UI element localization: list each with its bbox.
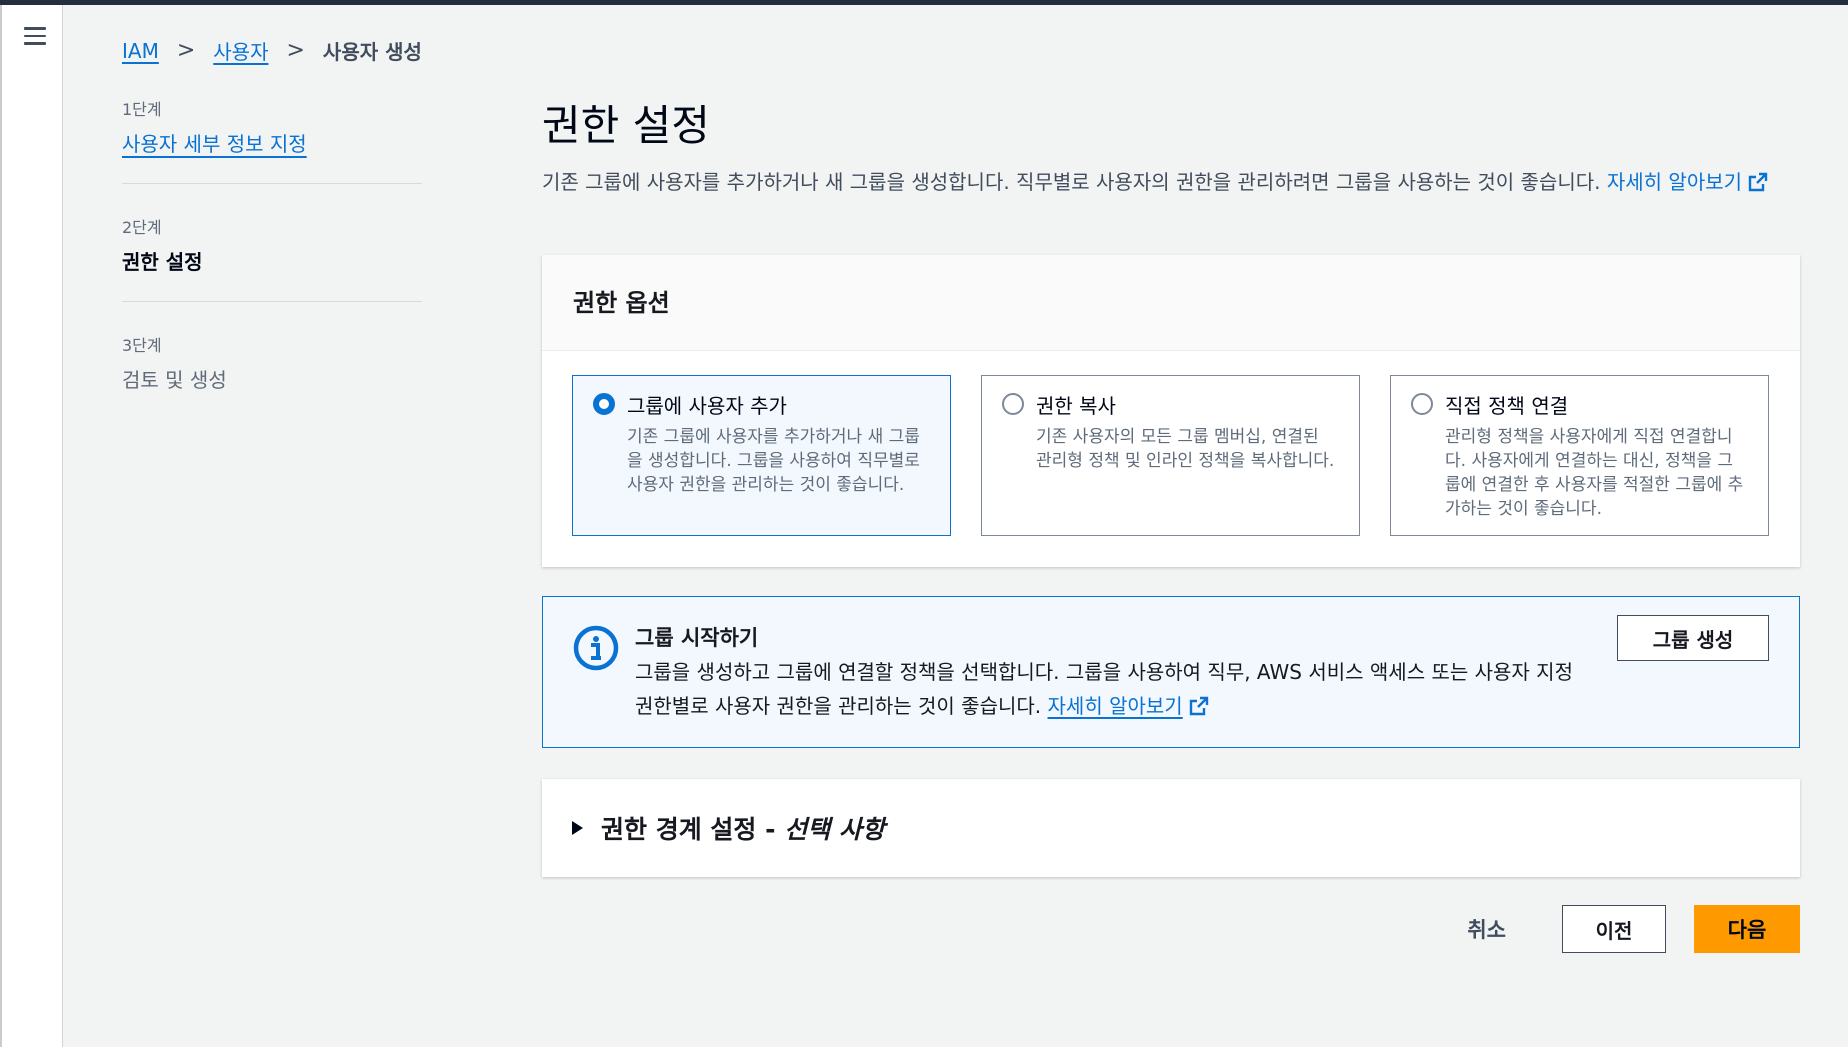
page-description: 기존 그룹에 사용자를 추가하거나 새 그룹을 생성합니다. 직무별로 사용자의… [542, 165, 1800, 199]
step-3-label: 검토 및 생성 [122, 368, 227, 392]
step-number: 2단계 [122, 218, 162, 237]
option-attach-policies[interactable]: 직접 정책 연결 관리형 정책을 사용자에게 직접 연결합니다. 사용자에게 연… [1390, 375, 1769, 536]
external-link-icon [1748, 172, 1768, 192]
info-alert: 그룹 시작하기 그룹을 생성하고 그룹에 연결할 정책을 선택합니다. 그룹을 … [542, 596, 1800, 748]
breadcrumb-users[interactable]: 사용자 [213, 36, 268, 65]
option-text: 그룹에 사용자 추가 기존 그룹에 사용자를 추가하거나 새 그룹을 생성합니다… [627, 390, 930, 521]
page-title: 권한 설정 [542, 101, 710, 150]
step-1-link[interactable]: 사용자 세부 정보 지정 [122, 128, 422, 157]
main-content: 권한 설정 기존 그룹에 사용자를 추가하거나 새 그룹을 생성합니다. 직무별… [542, 92, 1800, 199]
option-copy-permissions[interactable]: 권한 복사 기존 사용자의 모든 그룹 멤버십, 연결된 관리형 정책 및 인라… [981, 375, 1360, 536]
breadcrumb-current: 사용자 생성 [322, 40, 422, 64]
page-description-text: 기존 그룹에 사용자를 추가하거나 새 그룹을 생성합니다. 직무별로 사용자의… [542, 170, 1607, 194]
radio-button[interactable] [1002, 393, 1024, 415]
breadcrumb-iam[interactable]: IAM [122, 39, 159, 63]
top-bar [0, 0, 1848, 5]
external-link-icon [1189, 696, 1208, 716]
option-text: 직접 정책 연결 관리형 정책을 사용자에게 직접 연결합니다. 사용자에게 연… [1445, 390, 1748, 521]
boundary-title-text: 권한 경계 설정 - [601, 815, 785, 844]
option-description: 기존 사용자의 모든 그룹 멤버십, 연결된 관리형 정책 및 인라인 정책을 … [1036, 427, 1335, 471]
chevron-right-icon: > [286, 38, 305, 63]
option-description: 기존 그룹에 사용자를 추가하거나 새 그룹을 생성합니다. 그룹을 사용하여 … [627, 427, 920, 495]
permission-options: 그룹에 사용자 추가 기존 그룹에 사용자를 추가하거나 새 그룹을 생성합니다… [542, 351, 1800, 560]
next-button[interactable]: 다음 [1694, 905, 1800, 953]
step-2: 2단계 권한 설정 [122, 214, 422, 302]
create-group-button[interactable]: 그룹 생성 [1617, 615, 1769, 661]
step-number: 3단계 [122, 336, 162, 355]
step-2-label: 권한 설정 [122, 250, 203, 274]
boundary-optional: 선택 사항 [784, 815, 885, 844]
info-body: 그룹을 생성하고 그룹에 연결할 정책을 선택합니다. 그룹을 사용하여 직무,… [635, 655, 1585, 723]
step-3: 3단계 검토 및 생성 [122, 332, 422, 419]
previous-button[interactable]: 이전 [1562, 905, 1666, 953]
info-learn-more-label: 자세히 알아보기 [1047, 694, 1183, 718]
info-learn-more-link[interactable]: 자세히 알아보기 [1048, 694, 1209, 718]
option-add-to-group[interactable]: 그룹에 사용자 추가 기존 그룹에 사용자를 추가하거나 새 그룹을 생성합니다… [572, 375, 951, 536]
option-description: 관리형 정책을 사용자에게 직접 연결합니다. 사용자에게 연결하는 대신, 정… [1445, 427, 1744, 519]
breadcrumb: IAM > 사용자 > 사용자 생성 [122, 36, 422, 65]
panel-header: 권한 옵션 [542, 255, 1800, 351]
option-title: 권한 복사 [1036, 394, 1116, 418]
hamburger-menu-icon[interactable] [24, 27, 46, 47]
permissions-boundary-expander[interactable]: 권한 경계 설정 - 선택 사항 [542, 779, 1800, 877]
step-1: 1단계 사용자 세부 정보 지정 [122, 96, 422, 184]
info-title: 그룹 시작하기 [635, 626, 759, 650]
info-icon [573, 625, 619, 671]
radio-button[interactable] [1411, 393, 1433, 415]
option-text: 권한 복사 기존 사용자의 모든 그룹 멤버십, 연결된 관리형 정책 및 인라… [1036, 390, 1339, 521]
option-title: 그룹에 사용자 추가 [627, 394, 787, 418]
caret-right-icon [572, 821, 583, 835]
step-number: 1단계 [122, 100, 162, 119]
learn-more-link[interactable]: 자세히 알아보기 [1607, 170, 1768, 194]
radio-button-selected[interactable] [593, 393, 615, 415]
option-title: 직접 정책 연결 [1445, 394, 1569, 418]
cancel-button[interactable]: 취소 [1439, 914, 1534, 944]
chevron-right-icon: > [176, 38, 196, 63]
navigation-rail [0, 5, 63, 1047]
permission-options-panel: 권한 옵션 그룹에 사용자 추가 기존 그룹에 사용자를 추가하거나 새 그룹을… [542, 255, 1800, 567]
boundary-title: 권한 경계 설정 - 선택 사항 [601, 810, 885, 846]
learn-more-label: 자세히 알아보기 [1606, 170, 1743, 194]
wizard-footer: 취소 이전 다음 [1439, 905, 1800, 953]
wizard-steps: 1단계 사용자 세부 정보 지정 2단계 권한 설정 3단계 검토 및 생성 [122, 96, 422, 449]
